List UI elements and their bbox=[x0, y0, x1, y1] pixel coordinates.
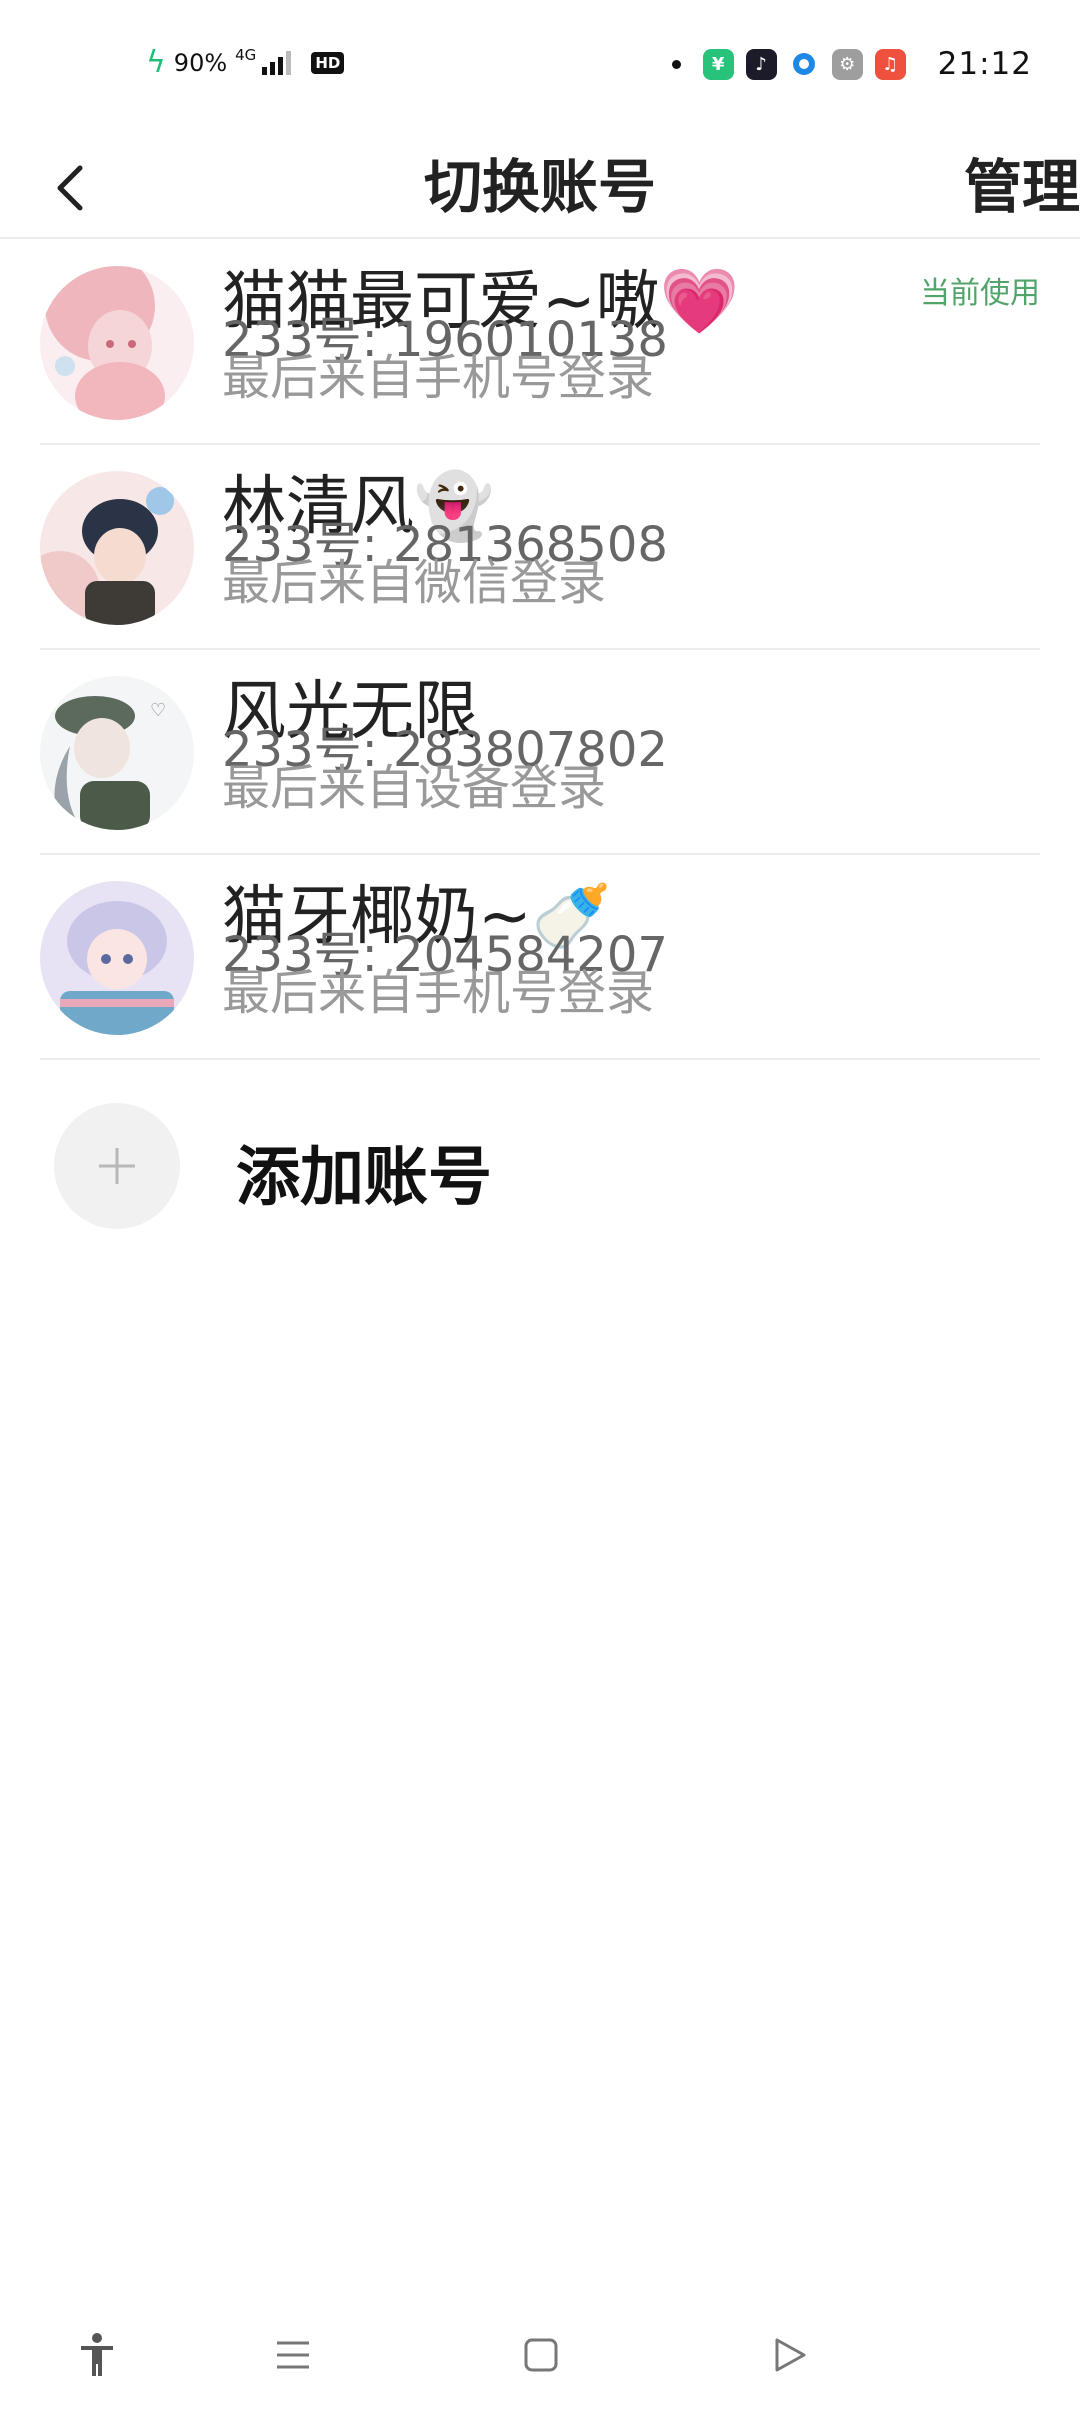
page-title: 切换账号 bbox=[423, 153, 656, 221]
account-login-source: 最后来自微信登录 bbox=[222, 555, 607, 611]
signal-icon bbox=[262, 51, 292, 75]
hd-badge: HD bbox=[311, 52, 345, 74]
add-account-circle bbox=[54, 1103, 180, 1229]
menu-icon bbox=[277, 2341, 309, 2369]
add-account-label: 添加账号 bbox=[236, 1141, 492, 1215]
header: 切换账号 管理 bbox=[0, 135, 1080, 239]
charging-icon: ϟ bbox=[146, 45, 166, 80]
avatar bbox=[40, 266, 194, 420]
home-button[interactable] bbox=[516, 2330, 566, 2380]
accessibility-button[interactable] bbox=[72, 2330, 122, 2380]
account-item[interactable]: 林清风👻 233号: 281368508 最后来自微信登录 bbox=[40, 445, 1040, 650]
svg-text:♡: ♡ bbox=[150, 700, 166, 721]
battery-percent: 90% bbox=[173, 49, 228, 77]
account-list: 猫猫最可爱~嗷💗 233号: 196010138 最后来自手机号登录 当前使用 … bbox=[0, 240, 1080, 1060]
avatar: ♡ bbox=[40, 676, 194, 830]
network-type: 4G bbox=[235, 46, 257, 64]
avatar bbox=[40, 471, 194, 625]
current-account-badge: 当前使用 bbox=[920, 276, 1040, 311]
clock: 21:12 bbox=[937, 46, 1032, 82]
add-account-button[interactable]: 添加账号 bbox=[54, 1103, 654, 1233]
shop-app-icon: ¥ bbox=[702, 48, 734, 80]
system-navigation-bar bbox=[0, 2300, 1080, 2412]
triangle-back-icon bbox=[775, 2338, 806, 2372]
notification-dot-icon bbox=[671, 59, 681, 69]
back-nav-button[interactable] bbox=[764, 2330, 814, 2380]
account-item[interactable]: 猫猫最可爱~嗷💗 233号: 196010138 最后来自手机号登录 当前使用 bbox=[40, 240, 1040, 445]
account-login-source: 最后来自手机号登录 bbox=[222, 350, 655, 406]
account-login-source: 最后来自手机号登录 bbox=[222, 965, 655, 1021]
account-login-source: 最后来自设备登录 bbox=[222, 760, 607, 816]
status-left: ϟ 90% 4G HD bbox=[146, 45, 345, 80]
menu-button[interactable] bbox=[268, 2330, 318, 2380]
home-square-icon bbox=[524, 2338, 558, 2372]
plus-icon bbox=[99, 1148, 135, 1184]
account-item[interactable]: ♡ 风光无限 233号: 283807802 最后来自设备登录 bbox=[40, 650, 1040, 855]
status-bar: ϟ 90% 4G HD ¥ ♪ ⚙ ♫ 21:12 bbox=[0, 0, 1080, 135]
settings-app-icon: ⚙ bbox=[831, 48, 863, 80]
browser-app-icon bbox=[788, 48, 820, 80]
avatar bbox=[40, 881, 194, 1035]
accessibility-icon bbox=[81, 2333, 113, 2376]
account-item[interactable]: 猫牙椰奶~🍼 233号: 204584207 最后来自手机号登录 bbox=[40, 855, 1040, 1060]
status-right: ¥ ♪ ⚙ ♫ 21:12 bbox=[671, 46, 1032, 82]
music-app-icon: ♫ bbox=[874, 48, 906, 80]
manage-button[interactable]: 管理 bbox=[964, 147, 1080, 227]
douyin-app-icon: ♪ bbox=[745, 48, 777, 80]
